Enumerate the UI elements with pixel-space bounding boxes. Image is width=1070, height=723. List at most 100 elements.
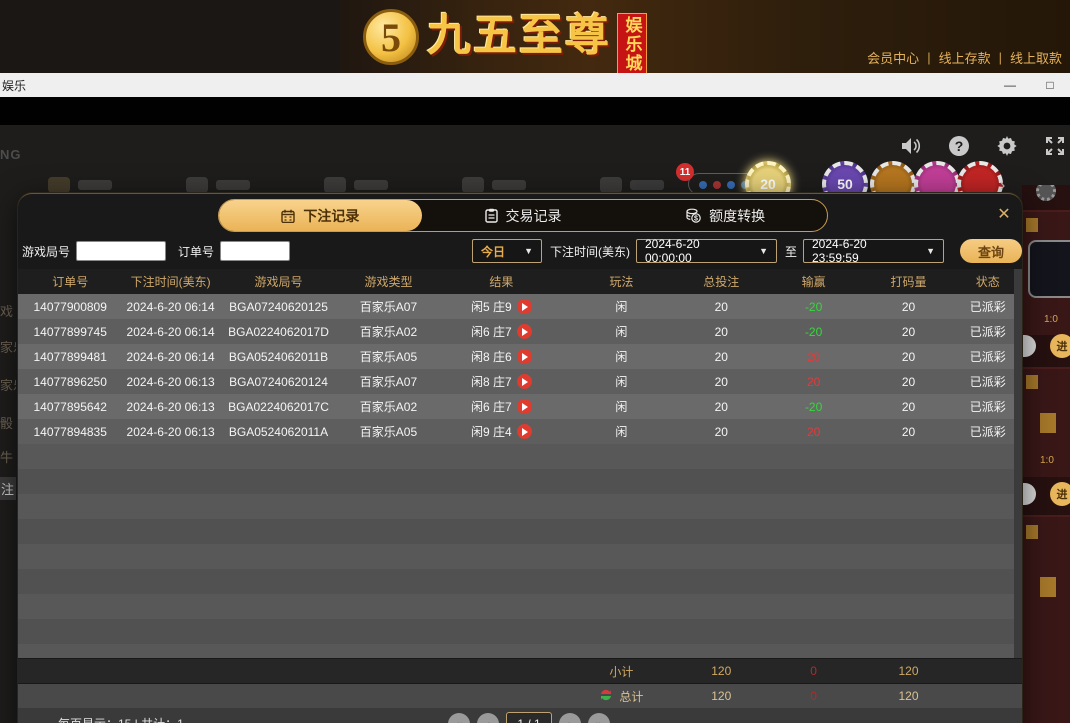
end-time-select[interactable]: 2024-6-20 23:59:59 ▼ bbox=[803, 237, 944, 265]
cell-time: 2024-6-20 06:13 bbox=[126, 399, 215, 414]
app-window: 5 九五至尊 娱乐城 会员中心 | 线上存款 | 线上取款 娱乐 — □ NG … bbox=[0, 0, 1070, 723]
maximize-button[interactable]: □ bbox=[1030, 73, 1070, 97]
withdraw-link[interactable]: 线上取款 bbox=[1010, 48, 1062, 67]
subtotal-winloss: 0 bbox=[810, 664, 817, 678]
gear-icon[interactable] bbox=[996, 135, 1018, 157]
subtotal-turnover: 120 bbox=[898, 664, 919, 678]
speaker-icon[interactable] bbox=[900, 135, 922, 157]
play-button[interactable] bbox=[516, 399, 532, 414]
total-label: 总计 bbox=[619, 689, 644, 704]
table-row[interactable]: 14077899745 2024-6-20 06:14 BGA0224062017D… bbox=[18, 319, 1022, 344]
cell-game: 百家乐A02 bbox=[359, 400, 418, 414]
col-round: 游戏局号 bbox=[254, 275, 303, 289]
start-time-select[interactable]: 2024-6-20 00:00:00 ▼ bbox=[635, 237, 777, 265]
prev-page-button[interactable]: ‹ bbox=[477, 713, 499, 723]
cell-order: 14077894835 bbox=[33, 424, 107, 439]
sidebar-fragment: 牛 bbox=[0, 450, 14, 465]
order-label: 订单号 bbox=[178, 244, 215, 259]
cell-play: 闲 bbox=[615, 375, 628, 389]
table-row[interactable]: 14077896250 2024-6-20 06:13 BGA07240620124… bbox=[18, 369, 1022, 394]
cell-order: 14077899481 bbox=[33, 349, 107, 364]
window-titlebar: 娱乐 — □ bbox=[0, 73, 1070, 97]
col-result: 结果 bbox=[489, 275, 514, 289]
next-page-button[interactable]: › bbox=[559, 713, 581, 723]
game-toolbar: ? bbox=[900, 135, 1066, 157]
dim-menu-item bbox=[48, 177, 112, 193]
enter-button[interactable]: 进 bbox=[1050, 482, 1070, 506]
window-title: 娱乐 bbox=[2, 78, 27, 93]
cell-round: BGA0224062017D bbox=[228, 324, 329, 339]
play-button[interactable] bbox=[516, 424, 532, 439]
table-row[interactable]: 14077900809 2024-6-20 06:14 BGA07240620125… bbox=[18, 294, 1022, 319]
cell-bet: 20 bbox=[714, 299, 728, 314]
ratio-label: 1:0 bbox=[1044, 314, 1058, 325]
table-row[interactable]: 14077899481 2024-6-20 06:14 BGA0524062011B… bbox=[18, 344, 1022, 369]
result-text: 闲5 庄9 bbox=[471, 300, 512, 314]
search-button[interactable]: 查询 bbox=[960, 239, 1022, 263]
cell-round: BGA0224062017C bbox=[228, 399, 329, 414]
brand-name: 九五至尊 bbox=[427, 11, 611, 60]
cell-turnover: 20 bbox=[901, 399, 916, 414]
expand-icon[interactable] bbox=[1044, 135, 1066, 157]
cell-turnover: 20 bbox=[901, 349, 916, 364]
cell-bet: 20 bbox=[714, 399, 728, 414]
cell-play: 闲 bbox=[615, 425, 628, 439]
provider-logo-fragment: NG bbox=[0, 147, 22, 162]
deposit-link[interactable]: 线上存款 bbox=[939, 48, 991, 67]
refresh-icon[interactable] bbox=[599, 688, 613, 705]
play-button[interactable] bbox=[516, 374, 532, 389]
chevron-down-icon: ▼ bbox=[926, 246, 935, 256]
pill-button[interactable] bbox=[1022, 335, 1036, 357]
order-input[interactable] bbox=[220, 241, 291, 261]
cell-status: 已派彩 bbox=[969, 350, 1006, 364]
play-button[interactable] bbox=[516, 324, 532, 339]
subtotal-label: 小计 bbox=[609, 664, 634, 679]
date-range-select[interactable]: 今日 ▼ bbox=[471, 239, 542, 263]
result-text: 闲8 庄7 bbox=[471, 375, 512, 389]
pill-button[interactable] bbox=[1022, 483, 1036, 505]
sidebar-fragment: 注 bbox=[0, 477, 16, 500]
cell-time: 2024-6-20 06:13 bbox=[126, 374, 215, 389]
cell-round: BGA07240620124 bbox=[229, 374, 328, 389]
table-row[interactable]: 14077895642 2024-6-20 06:13 BGA0224062017C… bbox=[18, 394, 1022, 419]
tab-transaction-records[interactable]: 交易记录 bbox=[422, 200, 625, 231]
table-header: 订单号 下注时间(美东) 游戏局号 游戏类型 结果 玩法 总投注 输赢 打码量 … bbox=[18, 269, 1022, 294]
cell-round: BGA0524062011B bbox=[228, 349, 329, 364]
cell-bet: 20 bbox=[714, 349, 728, 364]
subtotal-bet: 120 bbox=[711, 664, 732, 678]
link-separator: | bbox=[998, 50, 1002, 65]
member-center-link[interactable]: 会员中心 bbox=[867, 48, 919, 67]
help-icon[interactable]: ? bbox=[948, 135, 970, 157]
play-button[interactable] bbox=[516, 299, 532, 314]
brand-logo: 5 九五至尊 娱乐城 bbox=[363, 5, 647, 75]
col-time: 下注时间(美东) bbox=[130, 275, 211, 289]
cell-bet: 20 bbox=[714, 374, 728, 389]
table-row[interactable]: 14077894835 2024-6-20 06:13 BGA0524062011A… bbox=[18, 419, 1022, 444]
cell-status: 已派彩 bbox=[969, 300, 1006, 314]
last-page-button[interactable]: » bbox=[588, 713, 610, 723]
first-page-button[interactable]: « bbox=[448, 713, 470, 723]
play-button[interactable] bbox=[516, 349, 532, 364]
cell-order: 14077895642 bbox=[33, 399, 107, 414]
game-round-input[interactable] bbox=[76, 241, 167, 261]
current-page-indicator: 1 / 1 bbox=[506, 712, 552, 723]
cell-turnover: 20 bbox=[901, 374, 916, 389]
cell-status: 已派彩 bbox=[969, 425, 1006, 439]
count-badge: 11 bbox=[676, 163, 694, 181]
scrollbar-track[interactable] bbox=[1014, 269, 1022, 658]
close-icon[interactable]: ✕ bbox=[992, 202, 1016, 226]
tab-bet-records[interactable]: 下注记录 bbox=[219, 200, 422, 231]
tab-quota-transfer[interactable]: $ 额度转换 bbox=[624, 200, 827, 231]
minimize-button[interactable]: — bbox=[990, 73, 1030, 97]
cell-status: 已派彩 bbox=[969, 325, 1006, 339]
cell-winloss: 20 bbox=[806, 374, 821, 389]
cell-status: 已派彩 bbox=[969, 400, 1006, 414]
cell-order: 14077896250 bbox=[33, 374, 107, 389]
cell-time: 2024-6-20 06:14 bbox=[126, 349, 215, 364]
result-text: 闲9 庄4 bbox=[471, 425, 512, 439]
empty-zone bbox=[18, 444, 1022, 658]
cell-winloss: -20 bbox=[804, 324, 823, 339]
dim-menu-item bbox=[462, 177, 526, 193]
game-round-label: 游戏局号 bbox=[22, 244, 71, 259]
enter-button[interactable]: 进 bbox=[1050, 334, 1070, 358]
